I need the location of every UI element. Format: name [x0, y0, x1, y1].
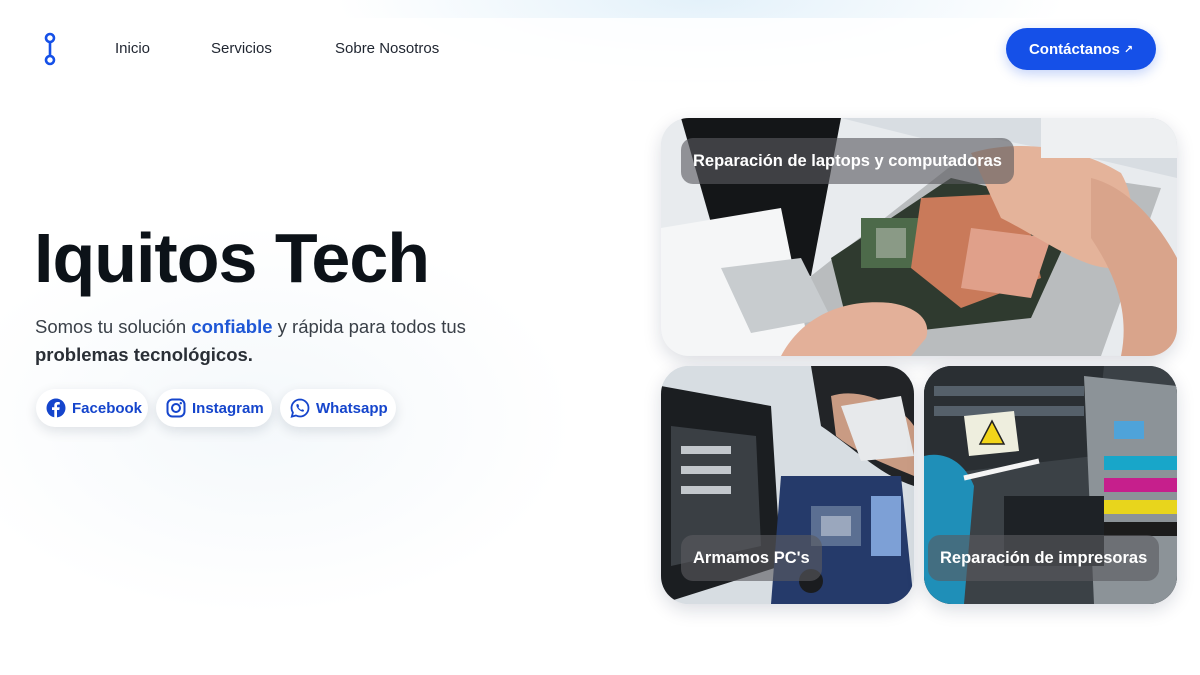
facebook-label: Facebook	[72, 399, 143, 417]
top-navbar: Inicio Servicios Sobre Nosotros Contácta…	[20, 18, 1180, 80]
contact-button[interactable]: Contáctanos ↗	[1006, 28, 1156, 70]
nav-link-inicio[interactable]: Inicio	[115, 40, 150, 57]
service-label-laptops: Reparación de laptops y computadoras	[681, 138, 1014, 184]
contact-button-label: Contáctanos	[1028, 40, 1120, 58]
instagram-label: Instagram	[192, 399, 264, 417]
service-label-printers: Reparación de impresoras	[928, 535, 1160, 581]
nav-link-sobre-nosotros[interactable]: Sobre Nosotros	[335, 40, 439, 57]
service-card-printers[interactable]: Reparación de impresoras	[924, 366, 1177, 604]
facebook-icon	[46, 398, 66, 418]
service-label-pc-assembly: Armamos PC's	[681, 535, 822, 581]
subtitle-text: Somos tu solución	[35, 316, 192, 337]
whatsapp-icon	[290, 398, 310, 418]
service-card-pc-assembly[interactable]: Armamos PC's	[661, 366, 914, 604]
service-card-laptops[interactable]: Reparación de laptops y computadoras	[661, 118, 1177, 356]
facebook-button[interactable]: Facebook	[36, 389, 148, 427]
subtitle-accent: confiable	[191, 316, 273, 337]
subtitle-text-mid: y rápida para todos tus	[272, 316, 466, 337]
page-title: Iquitos Tech	[34, 219, 430, 297]
instagram-icon	[166, 398, 186, 418]
instagram-button[interactable]: Instagram	[156, 389, 272, 427]
arrow-up-right-icon: ↗	[1123, 43, 1134, 56]
nav-link-servicios[interactable]: Servicios	[211, 40, 272, 57]
whatsapp-label: Whatsapp	[316, 399, 388, 417]
subtitle-bold: problemas tecnológicos.	[35, 344, 253, 365]
whatsapp-button[interactable]: Whatsapp	[280, 389, 396, 427]
hero-subtitle: Somos tu solución confiable y rápida par…	[35, 313, 555, 369]
logo-icon[interactable]	[40, 32, 60, 66]
